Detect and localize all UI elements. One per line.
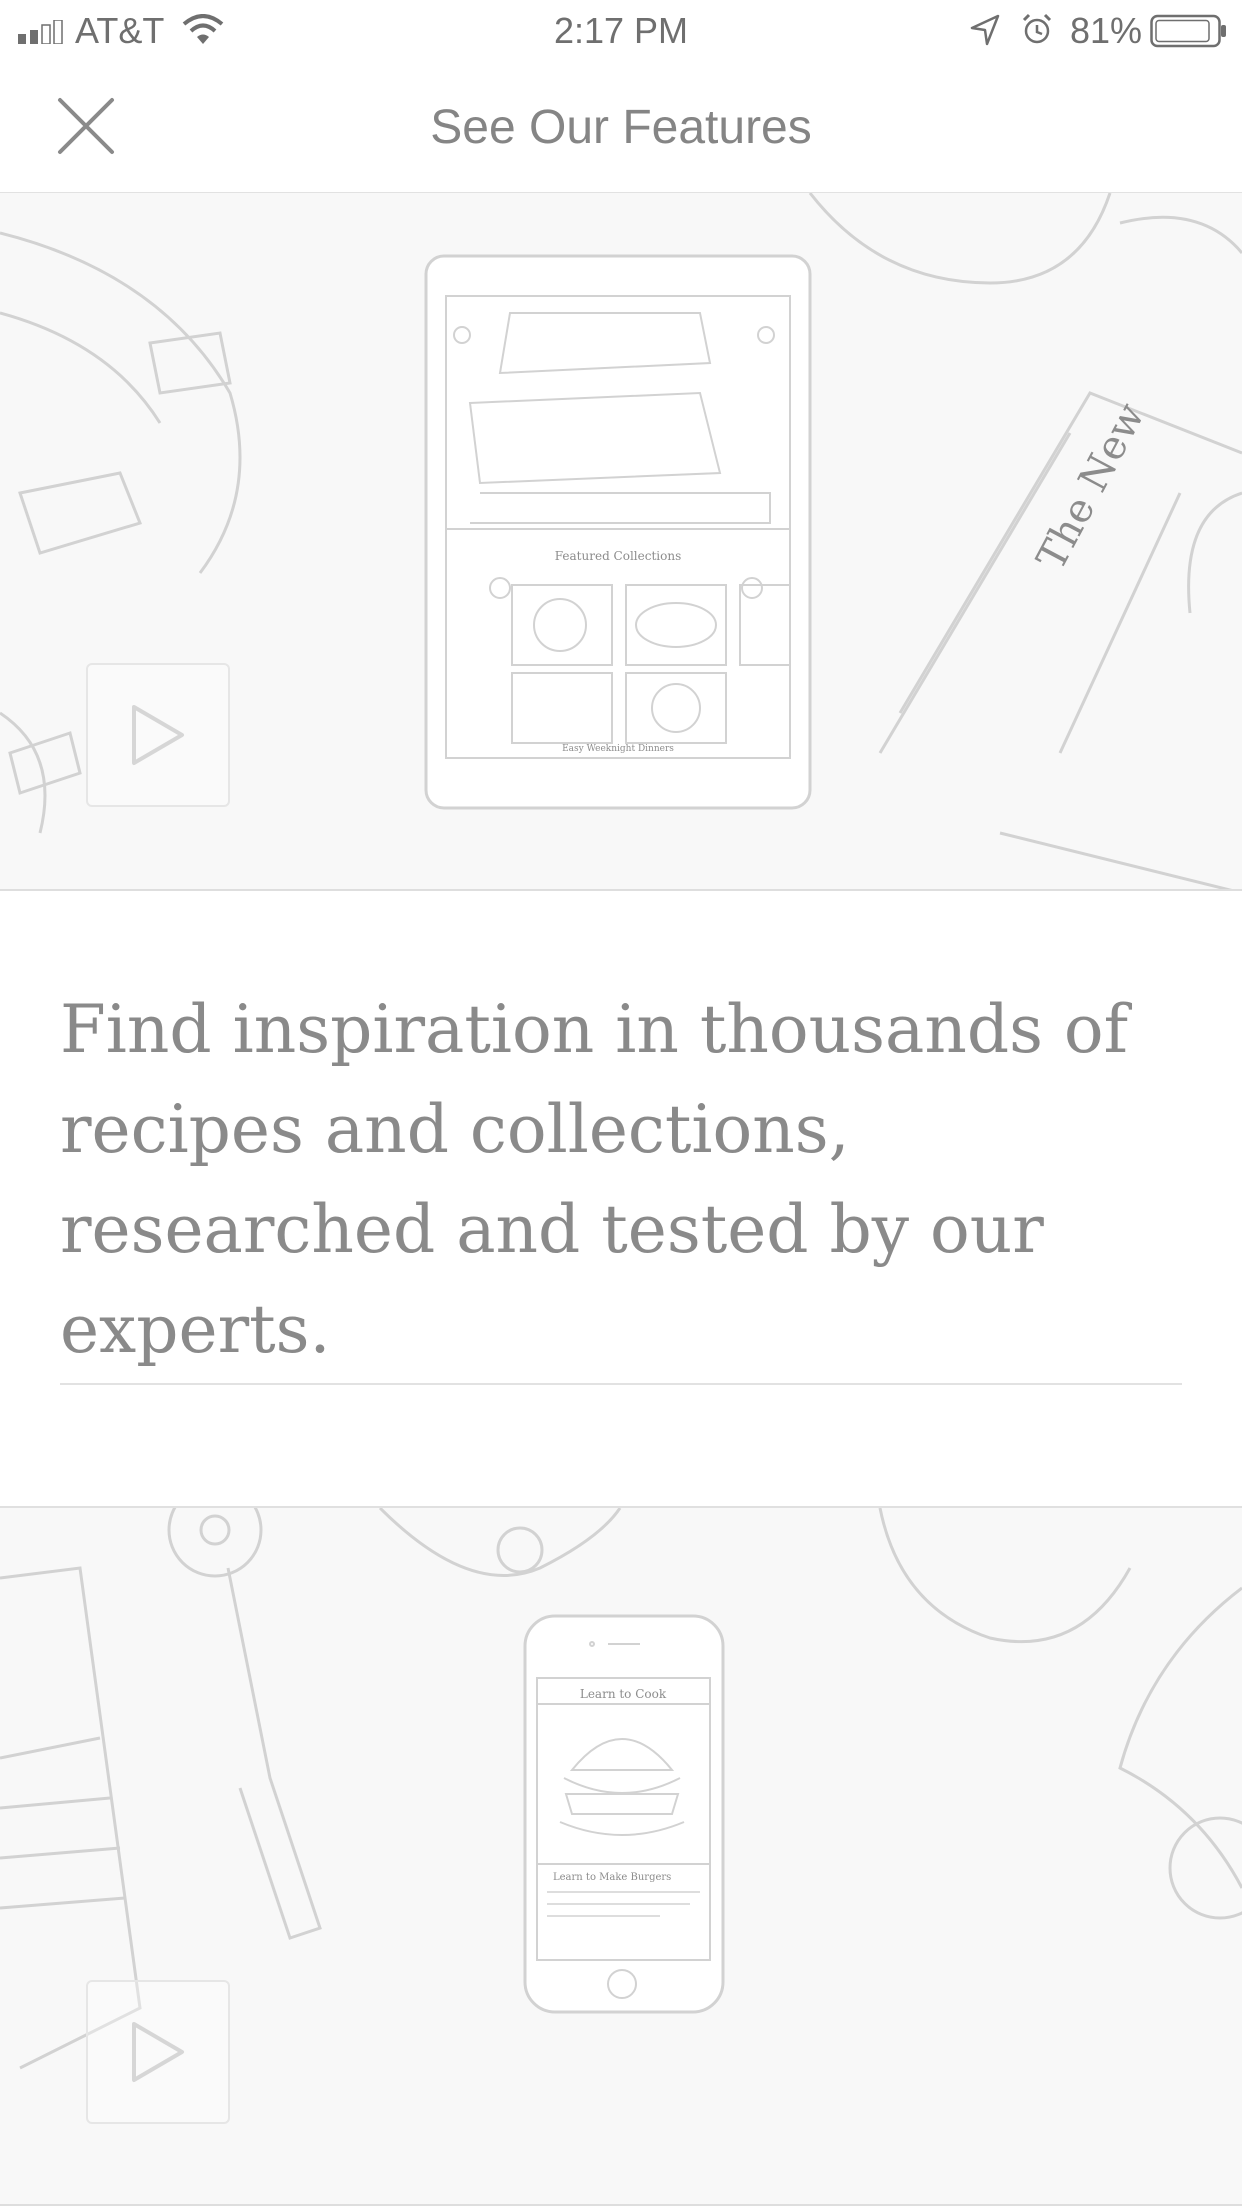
phone-screen-heading: Learn to Cook	[580, 1687, 667, 1701]
feature-image-phone: Learn to Cook Learn to Make Burgers	[0, 1506, 1242, 2206]
alarm-icon	[1022, 13, 1052, 44]
play-icon	[132, 705, 184, 765]
battery-percent: 81%	[1070, 10, 1143, 51]
tablet-screen-caption: Easy Weeknight Dinners	[562, 744, 674, 754]
feature-image-tablet: Featured Collections Easy Weeknight Dinn…	[0, 193, 1242, 891]
phone-screen-caption: Learn to Make Burgers	[553, 1872, 671, 1883]
feature-description: Find inspiration in thousands of recipes…	[60, 991, 1129, 1368]
location-arrow-icon	[970, 14, 1000, 46]
play-video-button-2[interactable]	[86, 1980, 230, 2124]
nav-bar: See Our Features	[0, 60, 1242, 194]
play-video-button[interactable]	[86, 663, 230, 807]
newspaper-masthead: The New	[1028, 396, 1154, 578]
play-icon	[132, 2022, 184, 2082]
battery-icon	[1150, 14, 1226, 48]
page-title: See Our Features	[430, 101, 812, 154]
tablet-screen-heading: Featured Collections	[555, 549, 682, 563]
section-divider	[60, 1383, 1182, 1385]
status-bar: AT&T 2:17 PM 81%	[0, 0, 1242, 60]
clock: 2:17 PM	[553, 10, 689, 51]
